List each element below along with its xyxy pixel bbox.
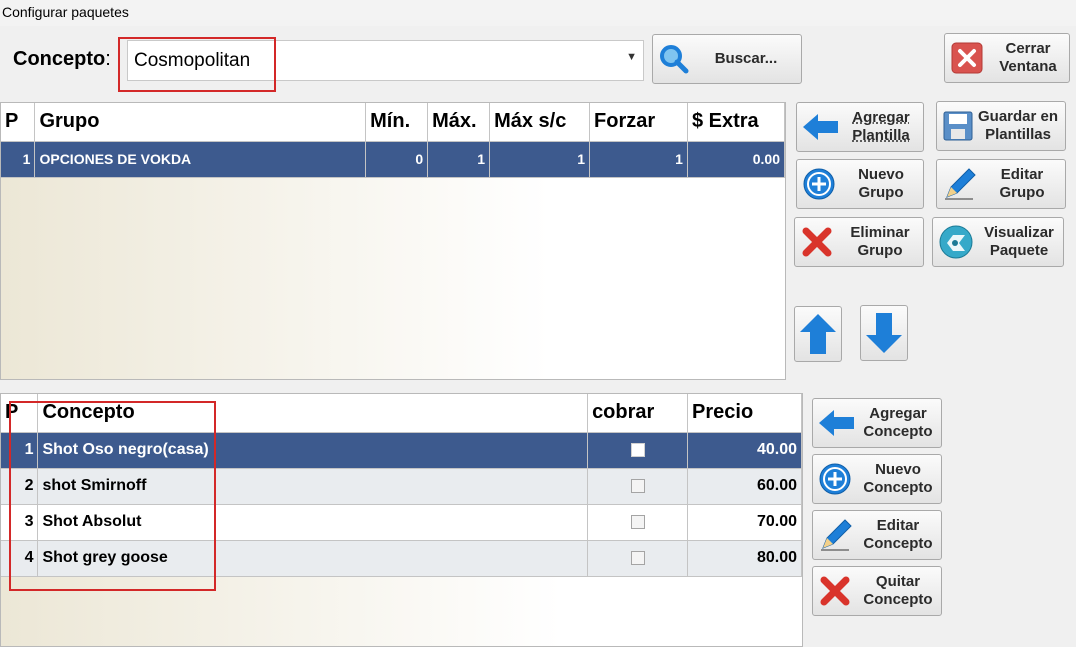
cell-p: 2	[1, 468, 39, 505]
arrow-left-icon	[803, 114, 838, 140]
cell-cobrar	[587, 468, 689, 505]
nuevo-concepto-button[interactable]: Nuevo Concepto	[812, 454, 942, 504]
cobrar-checkbox[interactable]	[630, 442, 645, 457]
cell-cobrar	[587, 540, 689, 577]
column-header-max-sc[interactable]: Máx s/c	[489, 103, 591, 142]
column-header-cobrar[interactable]: cobrar	[587, 394, 689, 433]
agregar-concepto-label: Agregar Concepto	[863, 405, 933, 440]
window-title: Configurar paquetes	[0, 0, 1076, 26]
concepts-grid[interactable]: P Concepto cobrar Precio 1 Shot Oso negr…	[0, 393, 803, 647]
column-header-forzar[interactable]: Forzar	[589, 103, 688, 142]
nuevo-concepto-label: Nuevo Concepto	[863, 461, 933, 496]
editar-concepto-label: Editar Concepto	[863, 517, 933, 552]
column-header-max[interactable]: Máx.	[427, 103, 491, 142]
cell-min: 0	[365, 141, 429, 178]
column-header-precio[interactable]: Precio	[687, 394, 802, 433]
search-icon	[660, 45, 689, 74]
arrow-up-icon	[800, 314, 836, 354]
cobrar-checkbox[interactable]	[630, 478, 645, 493]
agregar-plantilla-button[interactable]: Agregar Plantilla	[796, 102, 924, 152]
concepto-label: Concepto:	[13, 48, 111, 71]
visualizar-paquete-label: Visualizar Paquete	[984, 224, 1054, 259]
cell-extra: 0.00	[687, 141, 786, 178]
cell-max: 1	[427, 141, 491, 178]
cell-p: 4	[1, 540, 39, 577]
plus-circle-icon	[819, 463, 851, 495]
table-row[interactable]: 4 Shot grey goose 80.00	[1, 540, 802, 577]
cell-p: 3	[1, 504, 39, 541]
cell-precio: 40.00	[687, 432, 802, 469]
save-icon	[943, 111, 973, 141]
move-up-button[interactable]	[794, 306, 842, 362]
cell-forzar: 1	[589, 141, 688, 178]
cell-concepto: Shot Absolut	[37, 504, 589, 541]
concepts-table: P Concepto cobrar Precio 1 Shot Oso negr…	[1, 394, 802, 577]
cobrar-checkbox[interactable]	[630, 514, 645, 529]
quitar-concepto-button[interactable]: Quitar Concepto	[812, 566, 942, 616]
cell-cobrar	[587, 504, 689, 541]
cell-max-sc: 1	[489, 141, 591, 178]
concepto-combobox[interactable]: Cosmopolitan ▼	[127, 40, 644, 81]
preview-icon	[939, 225, 973, 259]
eliminar-grupo-label: Eliminar Grupo	[850, 224, 910, 259]
cell-p: 1	[1, 141, 36, 178]
groups-grid[interactable]: P Grupo Mín. Máx. Máx s/c Forzar $ Extra…	[0, 102, 786, 380]
delete-x-icon	[802, 227, 832, 257]
cell-cobrar	[587, 432, 689, 469]
cell-concepto: Shot Oso negro(casa)	[37, 432, 589, 469]
agregar-concepto-button[interactable]: Agregar Concepto	[812, 398, 942, 448]
table-row[interactable]: 1 Shot Oso negro(casa) 40.00	[1, 432, 802, 469]
table-row[interactable]: 2 shot Smirnoff 60.00	[1, 468, 802, 505]
column-header-concepto[interactable]: Concepto	[37, 394, 589, 433]
column-header-p[interactable]: P	[1, 103, 36, 142]
nuevo-grupo-label: Nuevo Grupo	[858, 166, 904, 201]
cerrar-ventana-label: Cerrar Ventana	[999, 40, 1057, 75]
concepto-label-colon: :	[105, 48, 111, 70]
cell-concepto: shot Smirnoff	[37, 468, 589, 505]
concepto-combobox-value: Cosmopolitan	[134, 50, 251, 71]
column-header-min[interactable]: Mín.	[365, 103, 429, 142]
editar-concepto-button[interactable]: Editar Concepto	[812, 510, 942, 560]
chevron-down-icon[interactable]: ▼	[626, 51, 637, 63]
cell-precio: 80.00	[687, 540, 802, 577]
editar-grupo-label: Editar Grupo	[999, 166, 1045, 201]
pencil-icon	[945, 168, 976, 200]
buscar-button-label: Buscar...	[714, 50, 778, 67]
guardar-plantillas-label: Guardar en Plantillas	[977, 108, 1059, 143]
groups-table: P Grupo Mín. Máx. Máx s/c Forzar $ Extra…	[1, 103, 786, 178]
move-down-button[interactable]	[860, 305, 908, 361]
groups-table-header: P Grupo Mín. Máx. Máx s/c Forzar $ Extra	[1, 103, 786, 142]
cobrar-checkbox[interactable]	[630, 550, 645, 565]
column-header-grupo[interactable]: Grupo	[34, 103, 367, 142]
nuevo-grupo-button[interactable]: Nuevo Grupo	[796, 159, 924, 209]
cell-concepto: Shot grey goose	[37, 540, 589, 577]
cell-grupo: OPCIONES DE VOKDA	[34, 141, 367, 178]
eliminar-grupo-button[interactable]: Eliminar Grupo	[794, 217, 924, 267]
concepts-table-header: P Concepto cobrar Precio	[1, 394, 802, 433]
cell-precio: 70.00	[687, 504, 802, 541]
close-icon	[951, 42, 983, 74]
pencil-icon	[821, 519, 852, 551]
quitar-concepto-label: Quitar Concepto	[863, 573, 933, 608]
column-header-extra[interactable]: $ Extra	[687, 103, 786, 142]
table-row[interactable]: 3 Shot Absolut 70.00	[1, 504, 802, 541]
cell-p: 1	[1, 432, 39, 469]
cell-precio: 60.00	[687, 468, 802, 505]
arrow-left-icon	[819, 410, 854, 436]
guardar-plantillas-button[interactable]: Guardar en Plantillas	[936, 101, 1066, 151]
table-row[interactable]: 1 OPCIONES DE VOKDA 0 1 1 1 0.00	[1, 141, 786, 178]
visualizar-paquete-button[interactable]: Visualizar Paquete	[932, 217, 1064, 267]
delete-x-icon	[820, 576, 850, 606]
column-header-p[interactable]: P	[1, 394, 39, 433]
concepto-label-text: Concepto	[13, 48, 106, 70]
buscar-button[interactable]: Buscar...	[652, 34, 802, 84]
cerrar-ventana-button[interactable]: Cerrar Ventana	[944, 33, 1070, 83]
plus-circle-icon	[803, 168, 835, 200]
agregar-plantilla-label: Agregar Plantilla	[852, 109, 910, 144]
arrow-down-icon	[866, 313, 902, 353]
editar-grupo-button[interactable]: Editar Grupo	[936, 159, 1066, 209]
